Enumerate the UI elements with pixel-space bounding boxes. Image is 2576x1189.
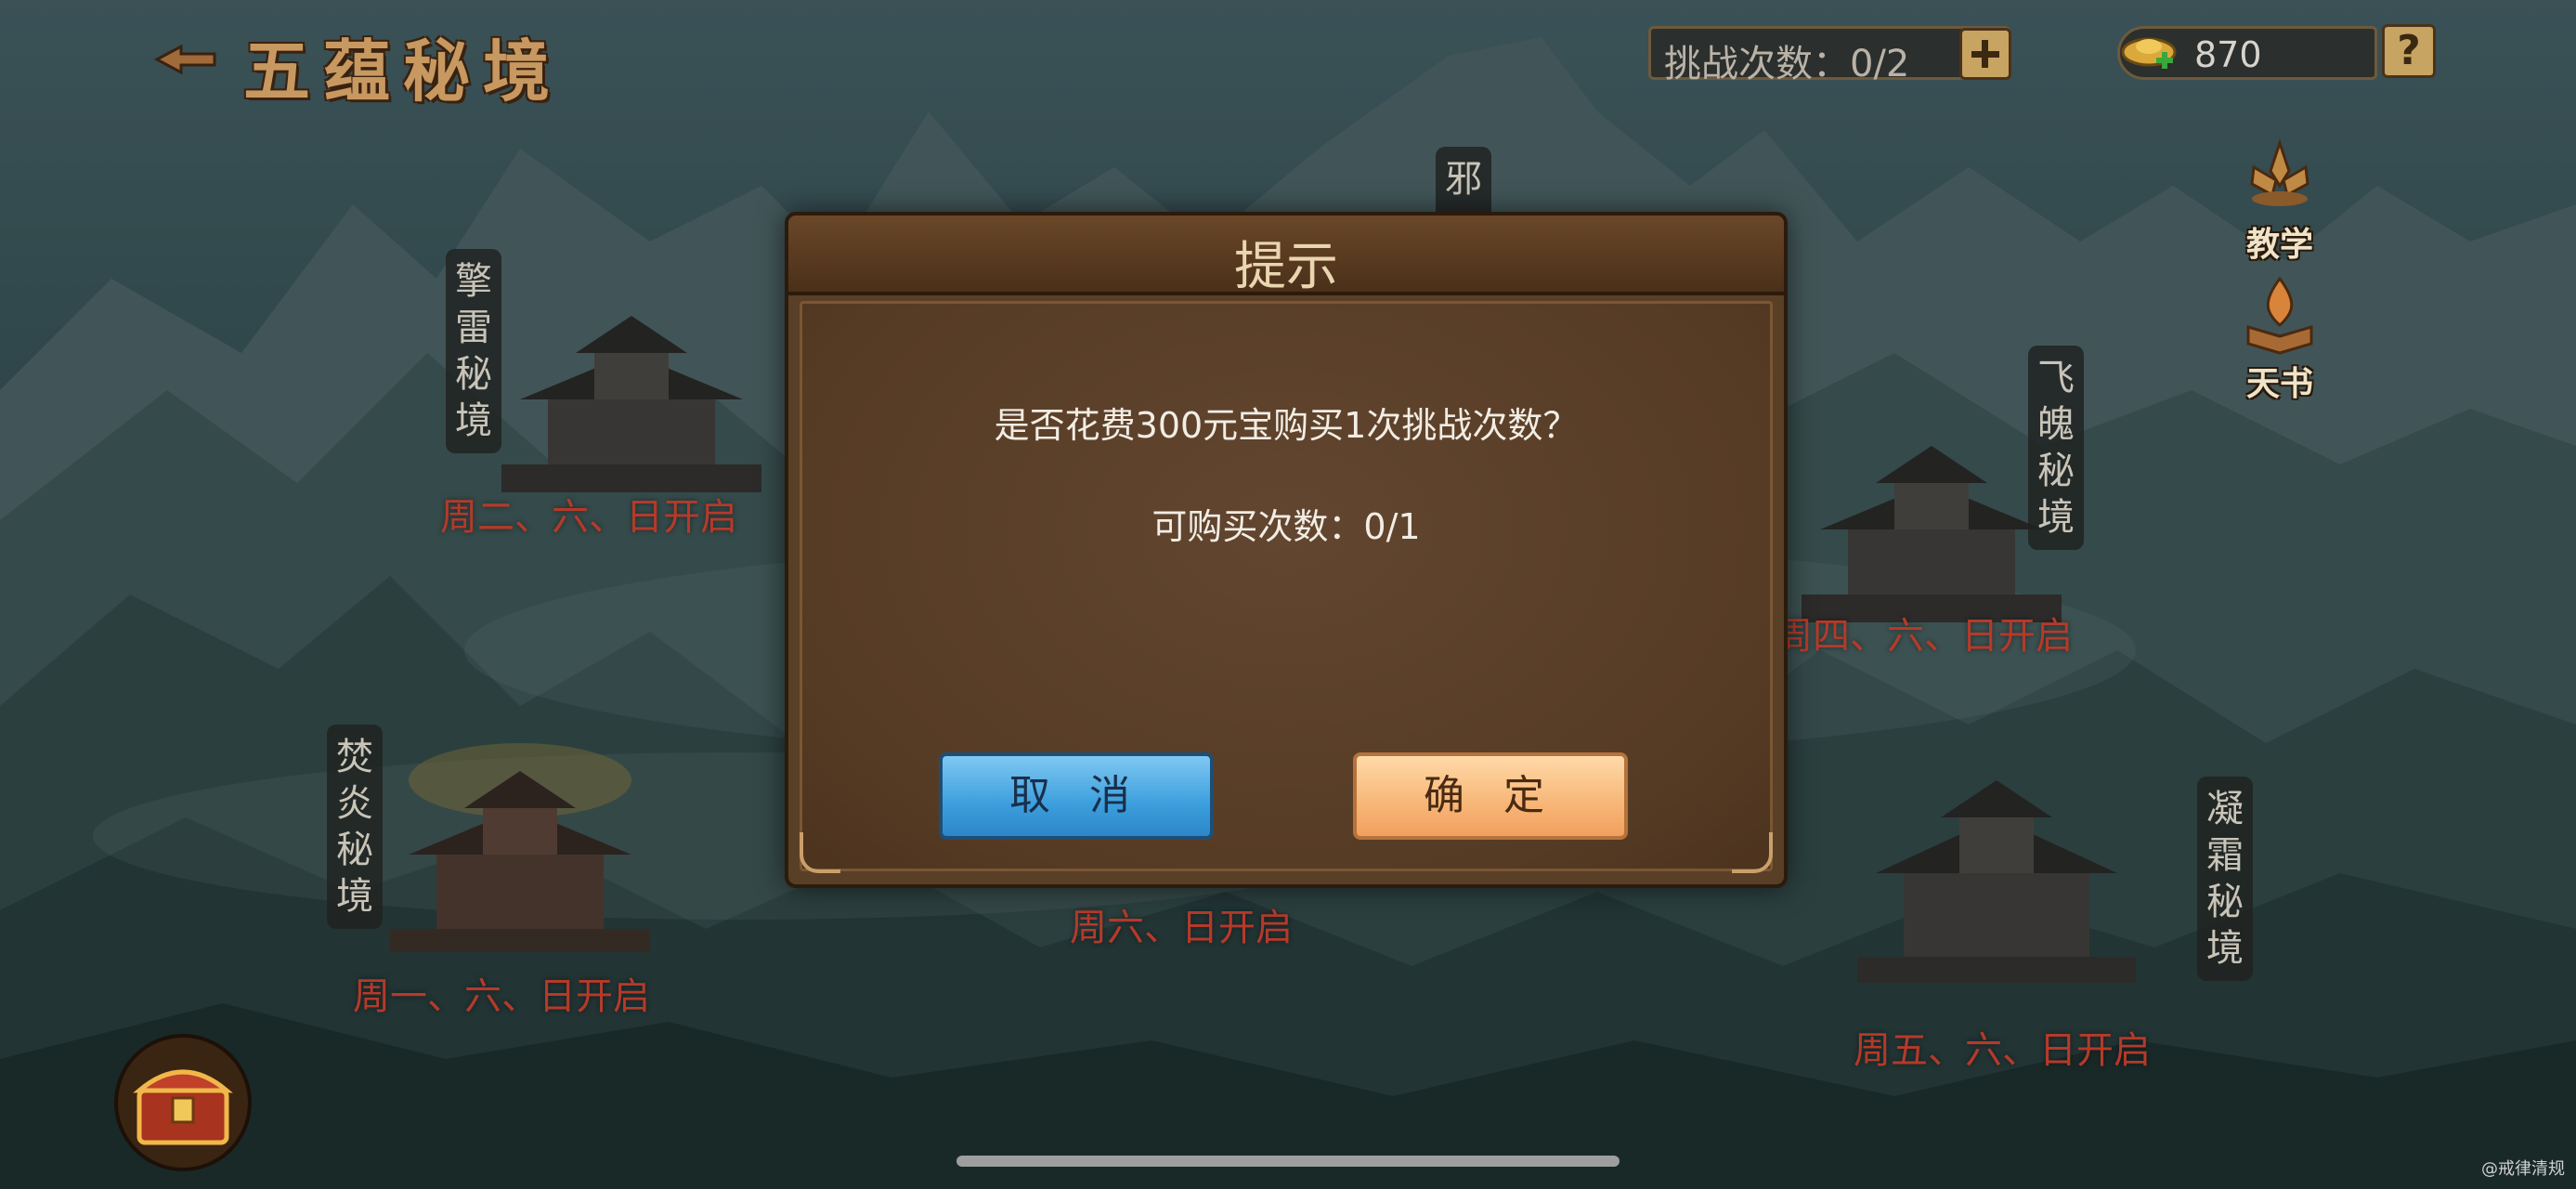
realm-schedule-fenyan: 周一、六、日开启 xyxy=(353,975,650,1018)
realm-name-fenyan[interactable]: 焚炎秘境 xyxy=(327,725,383,929)
tianshu-label: 天书 xyxy=(2245,364,2313,403)
lotus-icon xyxy=(2250,138,2309,206)
help-button[interactable]: ? xyxy=(2382,24,2436,78)
gold-ingot-icon xyxy=(2121,37,2177,69)
corner-ornament xyxy=(800,832,840,873)
cancel-button[interactable]: 取 消 xyxy=(939,752,1214,840)
page-title: 五蕴秘境 xyxy=(243,32,564,111)
watermark: @戒律清规 xyxy=(2481,1159,2565,1179)
corner-ornament xyxy=(1732,832,1773,873)
back-arrow-icon[interactable] xyxy=(153,41,218,78)
teach-button[interactable]: 教学 xyxy=(2229,130,2331,266)
add-challenge-button[interactable] xyxy=(1959,28,2011,80)
purchasable-count: 可购买次数：0/1 xyxy=(1151,506,1421,547)
currency-value: 870 xyxy=(2194,34,2262,75)
treasure-chest-icon[interactable] xyxy=(113,1033,253,1172)
realm-schedule-qinglei: 周二、六、日开启 xyxy=(440,496,737,539)
dialog-message: 是否花费300元宝购买1次挑战次数？ xyxy=(994,405,1579,446)
realm-name-qinglei[interactable]: 擎雷秘境 xyxy=(446,249,501,453)
challenge-counter-text: 挑战次数：0/2 xyxy=(1664,43,1910,85)
challenge-counter: 挑战次数：0/2 xyxy=(1648,26,2010,85)
flame-book-icon xyxy=(2246,276,2313,355)
teach-label: 教学 xyxy=(2245,225,2313,264)
dialog-header: 提示 xyxy=(788,216,1784,297)
confirm-button[interactable]: 确 定 xyxy=(1353,752,1628,840)
realm-name-feipo[interactable]: 飞魄秘境 xyxy=(2028,346,2084,550)
dialog-title: 提示 xyxy=(1234,237,1338,297)
purchase-dialog: 提示 是否花费300元宝购买1次挑战次数？ 可购买次数：0/1 取 消 确 定 xyxy=(785,212,1788,888)
realm-schedule-xie: 周六、日开启 xyxy=(1070,907,1293,949)
home-indicator[interactable] xyxy=(956,1156,1620,1167)
realm-schedule-feipo: 周四、六、日开启 xyxy=(1776,615,2073,658)
realm-name-ningshuang[interactable]: 凝霜秘境 xyxy=(2197,777,2253,981)
tianshu-button[interactable]: 天书 xyxy=(2229,269,2331,405)
realm-schedule-ningshuang: 周五、六、日开启 xyxy=(1854,1029,2151,1072)
